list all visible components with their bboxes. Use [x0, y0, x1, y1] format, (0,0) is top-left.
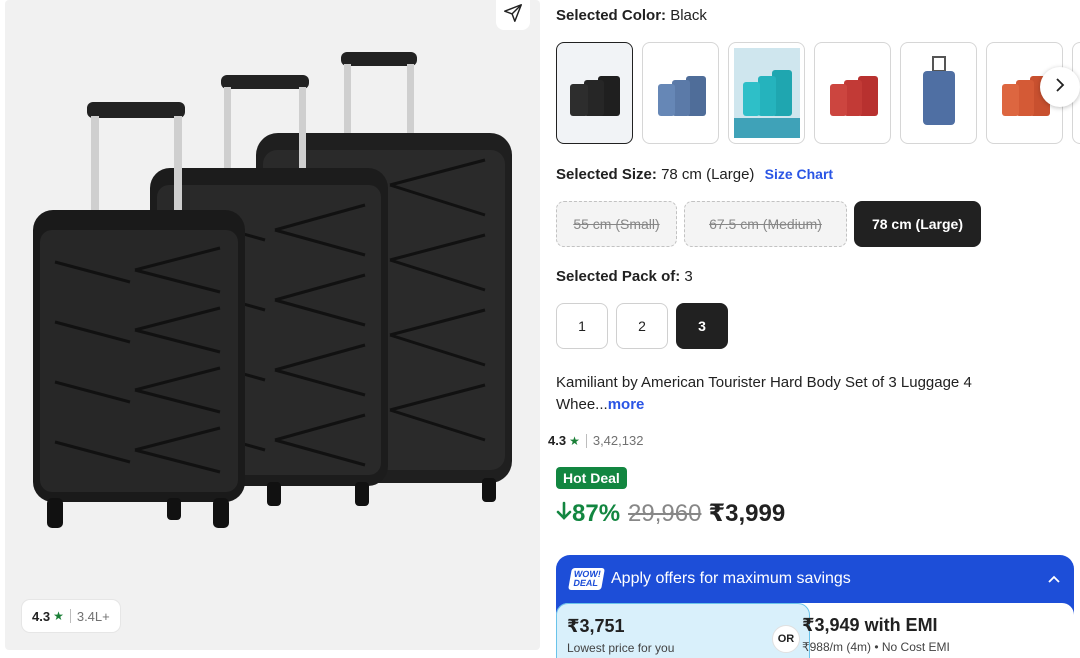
color-label-prefix: Selected Color: [556, 7, 667, 24]
discount-percent: 87% [572, 499, 621, 527]
image-rating-value: 4.3 [32, 608, 51, 624]
deal-text: DEAL [572, 578, 599, 588]
star-icon: ★ [53, 609, 64, 623]
color-swatch-blue-single[interactable] [900, 42, 977, 144]
lowest-price-label: Lowest price for you [567, 641, 675, 655]
product-rating[interactable]: 4.3 ★ 3,42,132 [548, 433, 643, 448]
selling-price: ₹3,999 [708, 500, 786, 527]
or-badge: OR [772, 625, 800, 653]
size-option-large[interactable]: 78 cm (Large) [854, 201, 981, 247]
size-option-small[interactable]: 55 cm (Small) [556, 201, 677, 247]
emi-offer[interactable]: ₹3,949 with EMI ₹988/m (4m) • No Cost EM… [802, 615, 950, 654]
chevron-right-icon [1053, 77, 1067, 97]
share-icon [502, 2, 524, 29]
product-info-panel: Selected Color: Black Selected Size: 78 … [548, 0, 1080, 658]
lowest-price-offer[interactable]: ₹3,751 Lowest price for you [556, 603, 810, 658]
wow-deal-logo: WOW! DEAL [568, 568, 605, 590]
pack-option-2[interactable]: 2 [616, 303, 668, 349]
offers-header[interactable]: WOW! DEAL Apply offers for maximum savin… [556, 555, 1074, 603]
share-button[interactable] [496, 0, 530, 30]
emi-detail: ₹988/m (4m) • No Cost EMI [802, 640, 950, 654]
swatch-next-button[interactable] [1040, 67, 1080, 107]
pack-option-1[interactable]: 1 [556, 303, 608, 349]
color-swatches [556, 42, 1080, 144]
image-rating-count: 3.4L+ [76, 608, 110, 624]
size-chart-link[interactable]: Size Chart [765, 166, 833, 182]
rating-value: 4.3 [548, 433, 567, 448]
swatch-teal-image [733, 48, 800, 138]
swatch-blue-single-image [922, 56, 955, 125]
size-option-medium[interactable]: 67.5 cm (Medium) [684, 201, 847, 247]
selected-color-label: Selected Color: Black [556, 7, 707, 24]
swatch-black-image [569, 76, 620, 116]
color-swatch-blue[interactable] [642, 42, 719, 144]
hot-deal-badge: Hot Deal [556, 467, 627, 489]
offers-card: WOW! DEAL Apply offers for maximum savin… [556, 555, 1074, 658]
color-swatch-teal[interactable] [728, 42, 805, 144]
swatch-red-image [829, 76, 878, 116]
product-page: 4.3 ★ 3.4L+ Selected Color: Black Select… [0, 0, 1080, 658]
size-label-prefix: Selected Size: [556, 166, 657, 183]
color-value: Black [670, 7, 707, 24]
chevron-up-icon [1048, 570, 1060, 588]
mrp-price: 29,960 [628, 499, 702, 527]
product-image-panel[interactable]: 4.3 ★ 3.4L+ [5, 0, 540, 650]
swatch-blue-image [657, 76, 706, 116]
star-icon: ★ [569, 433, 580, 448]
discount: 87% [556, 500, 620, 528]
pack-options: 1 2 3 [556, 303, 728, 349]
color-swatch-red[interactable] [814, 42, 891, 144]
product-title: Kamiliant by American Tourister Hard Bod… [556, 372, 1026, 416]
lowest-price: ₹3,751 [567, 616, 625, 636]
price-row: 87% 29,960 ₹3,999 [556, 499, 785, 528]
pack-option-3[interactable]: 3 [676, 303, 728, 349]
rating-count: 3,42,132 [592, 433, 644, 448]
luggage-set-image [33, 52, 512, 528]
image-rating-badge: 4.3 ★ 3.4L+ [22, 600, 120, 632]
pack-value: 3 [684, 268, 693, 285]
color-swatch-black[interactable] [556, 42, 633, 144]
offers-body: ₹3,751 Lowest price for you OR ₹3,949 wi… [556, 603, 1074, 658]
selected-size-label: Selected Size: 78 cm (Large) Size Chart [556, 166, 833, 183]
selected-pack-label: Selected Pack of: 3 [556, 268, 693, 285]
divider [69, 609, 71, 623]
size-options: 55 cm (Small) 67.5 cm (Medium) 78 cm (La… [556, 201, 981, 247]
emi-price: ₹3,949 with EMI [802, 615, 938, 635]
divider [585, 433, 587, 448]
size-value: 78 cm (Large) [661, 166, 755, 183]
offers-heading: Apply offers for maximum savings [611, 570, 851, 587]
pack-label-prefix: Selected Pack of: [556, 268, 681, 285]
arrow-down-icon [556, 500, 572, 528]
more-link[interactable]: more [608, 396, 645, 413]
